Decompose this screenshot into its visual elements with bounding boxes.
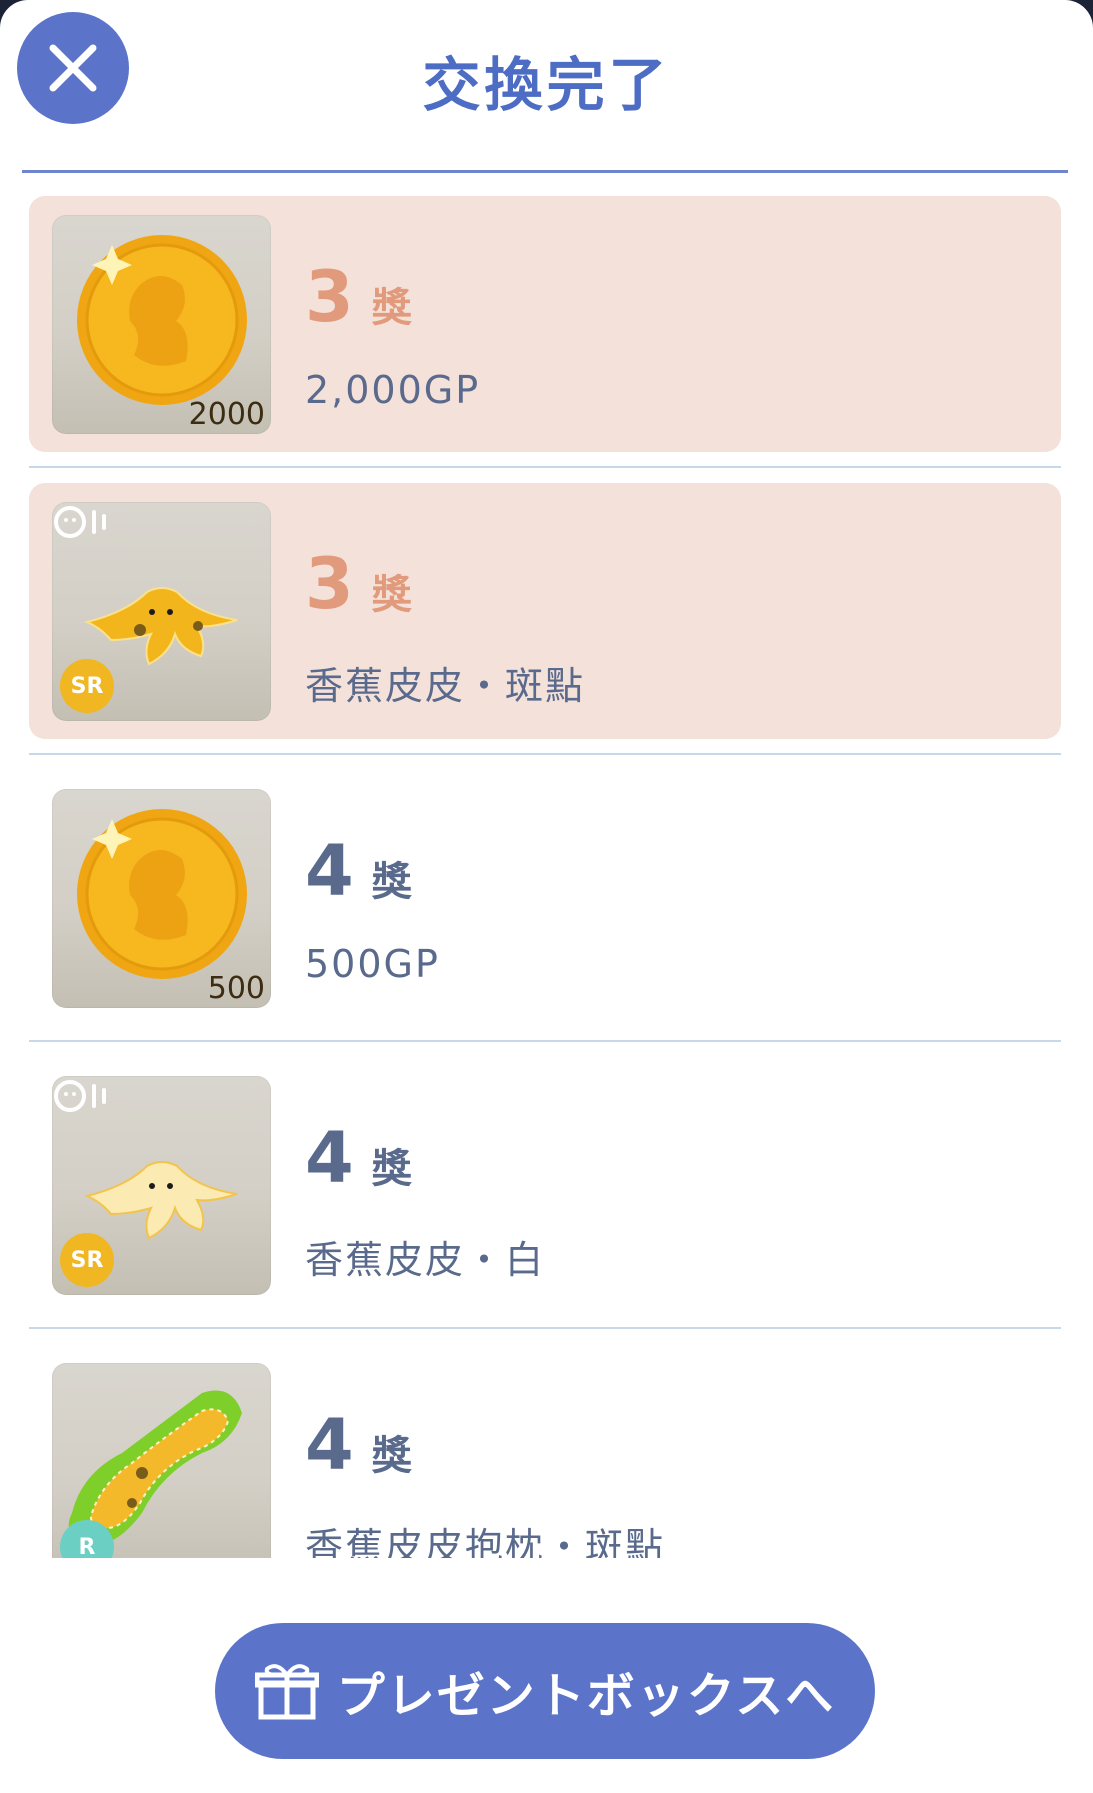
rank-suffix: 獎 [371, 1433, 412, 1479]
rarity-badge: SR [60, 659, 114, 713]
dialog-title: 交換完了 [422, 51, 671, 119]
prize-name: 香蕉皮皮・斑點 [305, 664, 586, 708]
prize-name: 500GP [305, 942, 440, 986]
rarity-badge: SR [60, 1233, 114, 1287]
prize-thumbnail: SR [52, 1076, 271, 1295]
rank: 3 獎 [305, 256, 412, 338]
prize-name: 香蕉皮皮抱枕・斑點 [305, 1525, 666, 1558]
prize-thumbnail: 2000 [52, 215, 271, 434]
item-divider [29, 1040, 1061, 1042]
present-box-button[interactable]: プレゼントボックスへ [215, 1623, 875, 1759]
prize-name: 2,000GP [305, 368, 481, 412]
rank: 3 獎 [305, 543, 412, 625]
prize-list[interactable]: 2000 3 獎 2,000GP SR 3 獎 香蕉皮皮・斑點 500 4 獎 … [0, 196, 1093, 1558]
voice-icon [54, 506, 106, 538]
rank-number: 3 [305, 256, 354, 338]
rank-number: 4 [305, 830, 354, 912]
rank-number: 4 [305, 1117, 354, 1199]
prize-item: 2000 3 獎 2,000GP [29, 196, 1061, 452]
item-divider [29, 1327, 1061, 1329]
amount-tag: 500 [207, 971, 265, 1006]
voice-icon [54, 1080, 106, 1112]
prize-item: SR 3 獎 香蕉皮皮・斑點 [29, 483, 1061, 739]
title-divider [22, 170, 1068, 173]
prize-item: SR 4 獎 香蕉皮皮・白 [29, 1057, 1061, 1313]
prize-thumbnail: R [52, 1363, 271, 1558]
rank-suffix: 獎 [371, 859, 412, 905]
item-divider [29, 753, 1061, 755]
exchange-complete-dialog: 交換完了 2000 3 獎 2,000GP SR 3 獎 香蕉皮皮・斑點 500… [0, 0, 1093, 1793]
rank-suffix: 獎 [371, 572, 412, 618]
item-divider [29, 466, 1061, 468]
rank-suffix: 獎 [371, 1146, 412, 1192]
rank: 4 獎 [305, 1404, 412, 1486]
rank-number: 4 [305, 1404, 354, 1486]
rank-number: 3 [305, 543, 354, 625]
rank: 4 獎 [305, 1117, 412, 1199]
prize-name: 香蕉皮皮・白 [305, 1238, 546, 1282]
amount-tag: 2000 [188, 397, 265, 432]
rank: 4 獎 [305, 830, 412, 912]
prize-thumbnail: SR [52, 502, 271, 721]
prize-item: R 4 獎 香蕉皮皮抱枕・斑點 [29, 1344, 1061, 1558]
present-box-button-label: プレゼントボックスへ [336, 1668, 836, 1724]
prize-item: 500 4 獎 500GP [29, 770, 1061, 1026]
gift-box-icon [254, 1664, 319, 1720]
prize-thumbnail: 500 [52, 789, 271, 1008]
rank-suffix: 獎 [371, 285, 412, 331]
